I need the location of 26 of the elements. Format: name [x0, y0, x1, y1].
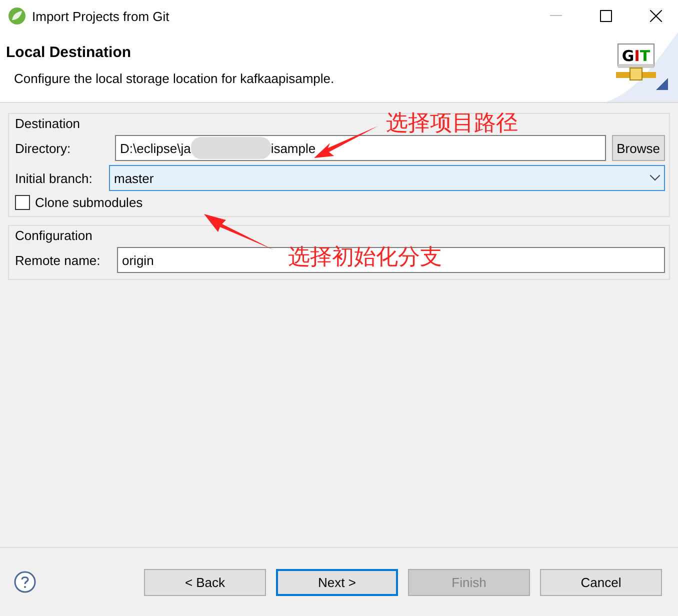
- field-label: Directory:: [15, 140, 72, 156]
- dialog-button[interactable]: < Back: [144, 568, 266, 596]
- annotation-text: 选择初始化分支: [288, 246, 442, 270]
- dialog-button[interactable]: Next >: [276, 568, 398, 596]
- checkbox[interactable]: [15, 195, 30, 210]
- directory-field[interactable]: D:\eclipse\ja isample: [115, 135, 606, 161]
- page-description: Configure the local storage location for kafkaapisample.: [13, 71, 336, 86]
- annotation-arrow: [314, 126, 378, 158]
- page-title: Local Destination: [6, 44, 132, 61]
- group-legend: Configuration: [15, 226, 92, 243]
- annotation-text: 选择项目路径: [386, 112, 518, 136]
- browse-button[interactable]: Browse: [612, 135, 665, 161]
- annotation-arrow: [204, 212, 274, 250]
- chevron-down-icon: [650, 175, 660, 181]
- branch-dropdown[interactable]: master: [109, 165, 665, 191]
- group-legend: Destination: [15, 114, 80, 131]
- window-title: Import Projects from Git: [32, 8, 170, 24]
- close-icon[interactable]: [650, 10, 662, 22]
- field-label: Remote name:: [15, 252, 102, 268]
- git-logo-icon: GIT: [606, 32, 678, 102]
- checkbox-label: Clone submodules: [35, 195, 143, 210]
- maximize-icon[interactable]: [600, 10, 612, 22]
- help-icon[interactable]: [14, 571, 36, 593]
- field-label: Initial branch:: [15, 170, 94, 186]
- leaf-logo-icon: [8, 7, 26, 25]
- dialog-button[interactable]: Cancel: [540, 568, 662, 596]
